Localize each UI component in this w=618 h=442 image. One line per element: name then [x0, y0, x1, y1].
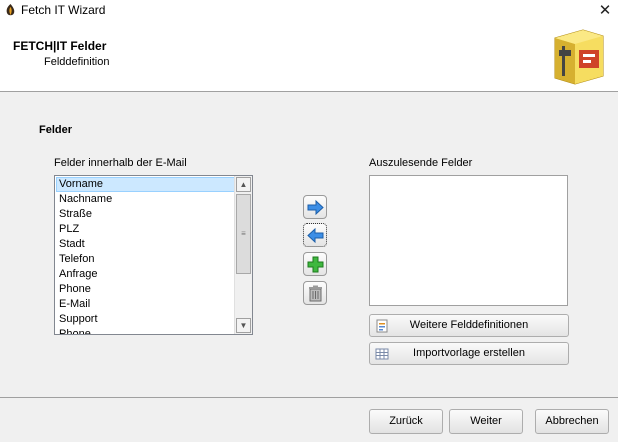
add-field-button[interactable]	[303, 252, 327, 276]
page-title: FETCH|IT Felder	[13, 39, 107, 53]
arrow-right-icon	[307, 199, 324, 216]
list-item[interactable]: PLZ	[56, 222, 235, 237]
trash-icon	[309, 285, 322, 302]
list-item[interactable]: Straße	[56, 207, 235, 222]
plus-icon	[307, 256, 324, 273]
close-button[interactable]: ✕	[592, 0, 618, 21]
vertical-scrollbar[interactable]: ▲ ≡ ▼	[234, 176, 252, 334]
window-title: Fetch IT Wizard	[21, 3, 106, 17]
create-import-template-label: Importvorlage erstellen	[413, 347, 525, 359]
list-item[interactable]: Telefon	[56, 252, 235, 267]
back-button[interactable]: Zurück	[369, 409, 443, 434]
wizard-header: FETCH|IT Felder Felddefinition	[0, 21, 618, 92]
footer-divider	[0, 397, 618, 398]
target-list-label: Auszulesende Felder	[369, 157, 473, 169]
list-item[interactable]: Phone	[56, 327, 235, 334]
section-title: Felder	[39, 124, 73, 136]
target-fields-list[interactable]	[369, 175, 568, 306]
page-subtitle: Felddefinition	[44, 56, 110, 68]
arrow-left-icon	[307, 227, 324, 244]
list-item[interactable]: Vorname	[56, 177, 235, 192]
next-button[interactable]: Weiter	[449, 409, 523, 434]
list-item[interactable]: Anfrage	[56, 267, 235, 282]
list-item[interactable]: E-Mail	[56, 297, 235, 312]
list-item[interactable]: Nachname	[56, 192, 235, 207]
more-field-definitions-button[interactable]: Weitere Felddefinitionen	[369, 314, 569, 337]
add-to-selection-button[interactable]	[303, 195, 327, 219]
list-item[interactable]: Phone	[56, 282, 235, 297]
scroll-thumb[interactable]: ≡	[236, 194, 251, 274]
product-box-logo	[554, 29, 604, 85]
close-icon: ✕	[598, 2, 612, 19]
source-fields-list[interactable]: Vorname Nachname Straße PLZ Stadt Telefon Anfr…	[54, 175, 253, 335]
delete-field-button[interactable]	[303, 281, 327, 305]
scroll-down-button[interactable]: ▼	[236, 318, 251, 333]
document-icon	[376, 319, 388, 333]
create-import-template-button[interactable]: Importvorlage erstellen	[369, 342, 569, 365]
source-list-label: Felder innerhalb der E-Mail	[54, 157, 187, 169]
list-item[interactable]: Stadt	[56, 237, 235, 252]
remove-from-selection-button[interactable]	[303, 223, 327, 247]
chevron-down-icon: ▼	[239, 321, 248, 330]
table-icon	[375, 348, 389, 360]
more-field-definitions-label: Weitere Felddefinitionen	[409, 319, 529, 331]
list-item[interactable]: Support	[56, 312, 235, 327]
scroll-up-button[interactable]: ▲	[236, 177, 251, 192]
cancel-button[interactable]: Abbrechen	[535, 409, 609, 434]
app-icon	[6, 4, 15, 16]
grip-icon: ≡	[241, 229, 246, 238]
title-bar: Fetch IT Wizard ✕	[0, 0, 618, 21]
chevron-up-icon: ▲	[239, 180, 248, 189]
